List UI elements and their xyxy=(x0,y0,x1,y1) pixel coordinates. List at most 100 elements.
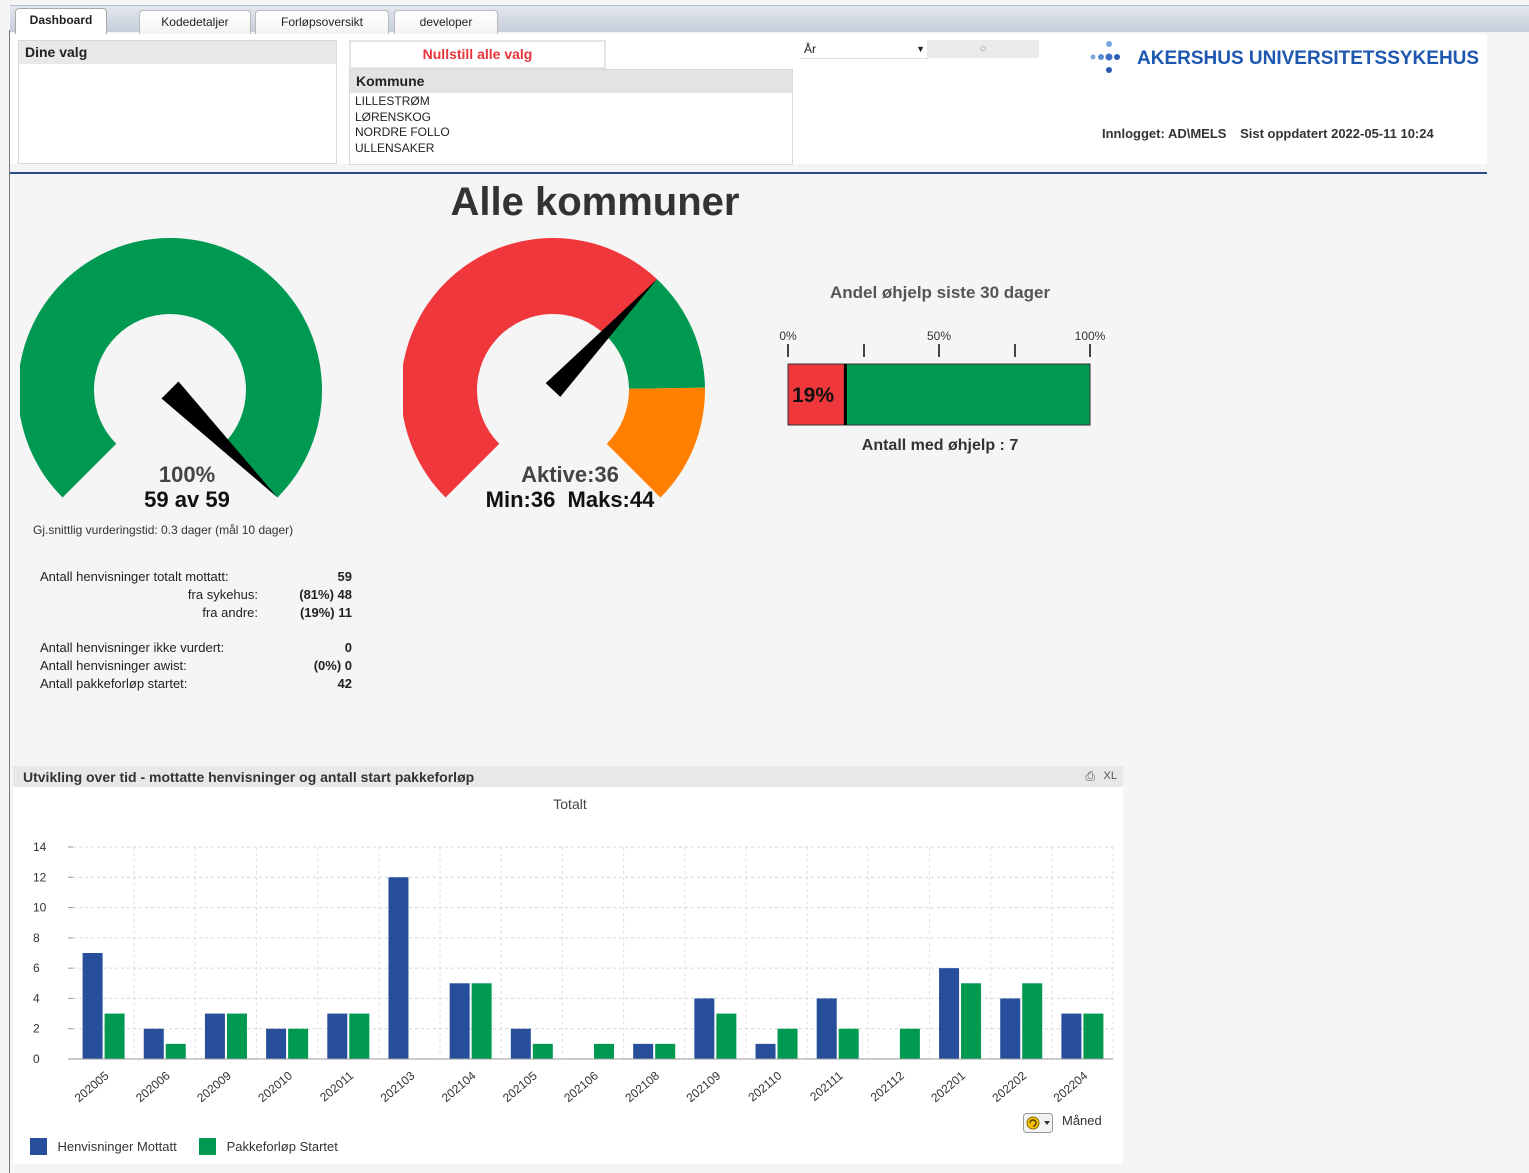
stat-row: fra andre: (19%) 11 xyxy=(30,605,352,623)
stat-label: fra sykehus: xyxy=(187,587,258,602)
hospital-logo-icon xyxy=(1088,40,1128,80)
legend-label-pakkeforlop: Pakkeforløp Startet xyxy=(226,1139,338,1155)
current-selections-title: Dine valg xyxy=(19,41,336,64)
trend-chart-caption: Utvikling over tid - mottatte henvisning… xyxy=(13,766,1123,787)
y-tick-label: 0 xyxy=(33,1052,40,1066)
stat-row: fra sykehus: (81%) 48 xyxy=(30,587,352,605)
bar-pakkeforlop xyxy=(1083,1013,1104,1059)
x-tick-label: 202108 xyxy=(622,1068,662,1105)
x-tick-label: 202106 xyxy=(561,1068,601,1105)
ohjelp-bar-chart: 0% 50% 100% 19% xyxy=(779,329,1106,426)
x-tick-label: 202201 xyxy=(928,1068,968,1105)
x-tick-label: 202112 xyxy=(868,1068,907,1104)
gauge-vurdert-percent: 100% xyxy=(158,462,216,487)
current-selections-box[interactable]: Dine valg xyxy=(18,40,337,164)
bar-pakkeforlop xyxy=(532,1043,553,1059)
trend-bar-chart: Totalt 0 2 4 6 8 10 12 14 202005 202006 202009 2020… xyxy=(33,796,1114,1105)
bar-henvisninger xyxy=(510,1028,531,1059)
export-excel-button[interactable]: XL xyxy=(1104,770,1117,782)
stat-row: Antall henvisninger totalt mottatt: 59 xyxy=(30,569,352,587)
bar-pakkeforlop xyxy=(961,983,982,1059)
ohjelp-tick-50: 50% xyxy=(927,329,951,343)
kommune-item[interactable]: LILLESTRØM xyxy=(350,94,792,110)
bar-henvisninger xyxy=(939,968,960,1059)
bar-pakkeforlop xyxy=(226,1013,247,1059)
bar-pakkeforlop xyxy=(288,1028,309,1059)
ohjelp-tick-100: 100% xyxy=(1075,329,1106,343)
bar-pakkeforlop xyxy=(104,1013,125,1059)
x-tick-label: 202103 xyxy=(378,1068,418,1105)
ohjelp-count: Antall med øhjelp : 7 xyxy=(861,437,1019,454)
stat-row: Antall henvisninger ikke vurdert: 0 xyxy=(30,640,352,658)
x-tick-label: 202009 xyxy=(194,1068,234,1105)
last-updated: Sist oppdatert 2022-05-11 10:24 xyxy=(1240,126,1434,141)
bar-pakkeforlop xyxy=(777,1028,798,1059)
year-select[interactable]: År ▼ xyxy=(800,40,929,59)
print-icon[interactable]: ⎙ xyxy=(1085,769,1095,784)
bar-henvisninger xyxy=(327,1013,348,1059)
header-panel: Dine valg Nullstill alle valg Kommune LI… xyxy=(10,34,1487,165)
gauge-vurdert-arc xyxy=(20,237,322,498)
stat-row: Antall pakkeforløp startet: 42 xyxy=(30,676,352,694)
ohjelp-value-label: 19% xyxy=(792,384,834,407)
chart-legend: Henvisninger Mottatt Pakkeforløp Startet xyxy=(30,1138,338,1156)
tab-dashboard[interactable]: Dashboard xyxy=(15,8,107,37)
left-border xyxy=(9,30,10,1173)
gauge-aktive-minmax: Min:36 Maks:44 xyxy=(485,487,655,512)
stat-value: 42 xyxy=(337,676,352,691)
x-tick-label: 202204 xyxy=(1051,1068,1091,1105)
kommune-item[interactable]: LØRENSKOG xyxy=(350,110,792,126)
stat-label: Antall pakkeforløp startet: xyxy=(40,676,188,691)
bar-henvisninger xyxy=(755,1043,776,1059)
bar-pakkeforlop xyxy=(838,1028,859,1059)
reset-selections-button[interactable]: Nullstill alle valg xyxy=(349,40,606,69)
header-divider xyxy=(10,172,1487,174)
kommune-item[interactable]: ULLENSAKER xyxy=(350,141,792,157)
year-select-value: År xyxy=(804,42,816,56)
tab-developer[interactable]: developer xyxy=(394,10,498,34)
stat-row: Antall henvisninger awist: (0%) 0 xyxy=(30,658,352,676)
bar-henvisninger xyxy=(82,953,103,1059)
tab-kodedetaljer[interactable]: Kodedetaljer xyxy=(139,10,251,34)
y-tick-label: 14 xyxy=(33,840,47,854)
login-info: Innlogget: AD\MELS Sist oppdatert 2022-0… xyxy=(1102,126,1434,141)
stat-label: Antall henvisninger totalt mottatt: xyxy=(40,569,229,584)
bar-pakkeforlop xyxy=(471,983,492,1059)
stat-value: (0%) 0 xyxy=(313,658,352,673)
x-tick-label: 202110 xyxy=(745,1068,784,1104)
cycle-dimension-label: Måned xyxy=(1062,1113,1102,1128)
bar-henvisninger xyxy=(449,983,470,1059)
y-tick-label: 8 xyxy=(33,931,40,945)
bar-pakkeforlop xyxy=(349,1013,370,1059)
stat-label: fra andre: xyxy=(202,605,258,620)
bar-pakkeforlop xyxy=(594,1043,614,1059)
chart-title: Totalt xyxy=(553,796,587,812)
ohjelp-title: Andel øhjelp siste 30 dager xyxy=(829,283,1051,302)
trend-chart-title: Utvikling over tid - mottatte henvisning… xyxy=(23,769,475,785)
y-tick-label: 2 xyxy=(33,1022,40,1036)
referral-stats: Antall henvisninger totalt mottatt: 59 f… xyxy=(30,569,352,694)
kommune-listbox[interactable]: Kommune LILLESTRØM LØRENSKOG NORDRE FOLL… xyxy=(349,69,793,165)
bar-henvisninger xyxy=(633,1043,654,1059)
stat-label: Antall henvisninger ikke vurdert: xyxy=(40,640,225,655)
x-tick-label: 202010 xyxy=(255,1068,295,1105)
tab-bar: Dashboard Kodedetaljer Forløpsoversikt d… xyxy=(10,5,1529,37)
cycle-dimension-icon[interactable] xyxy=(1023,1113,1053,1133)
x-tick-label: 202111 xyxy=(807,1068,846,1104)
kommune-item[interactable]: NORDRE FOLLO xyxy=(350,125,792,141)
bar-pakkeforlop xyxy=(655,1043,676,1059)
bar-henvisninger xyxy=(266,1028,287,1059)
x-tick-label: 202105 xyxy=(500,1068,540,1105)
x-tick-label: 202011 xyxy=(317,1068,356,1104)
bar-henvisninger xyxy=(1000,998,1021,1059)
tab-forlopsoversikt[interactable]: Forløpsoversikt xyxy=(255,10,389,34)
gauge-aktive-red-band xyxy=(403,238,658,498)
bar-henvisninger xyxy=(816,998,837,1059)
bar-henvisninger xyxy=(694,998,715,1059)
ohjelp-tick-0: 0% xyxy=(779,329,797,343)
kommune-list: LILLESTRØM LØRENSKOG NORDRE FOLLO ULLENS… xyxy=(350,93,792,156)
search-circle-icon[interactable]: ○ xyxy=(927,40,1039,58)
x-tick-label: 202109 xyxy=(684,1068,724,1105)
bar-henvisninger xyxy=(204,1013,225,1059)
gauge-aktive-value: Aktive:36 xyxy=(521,462,619,487)
